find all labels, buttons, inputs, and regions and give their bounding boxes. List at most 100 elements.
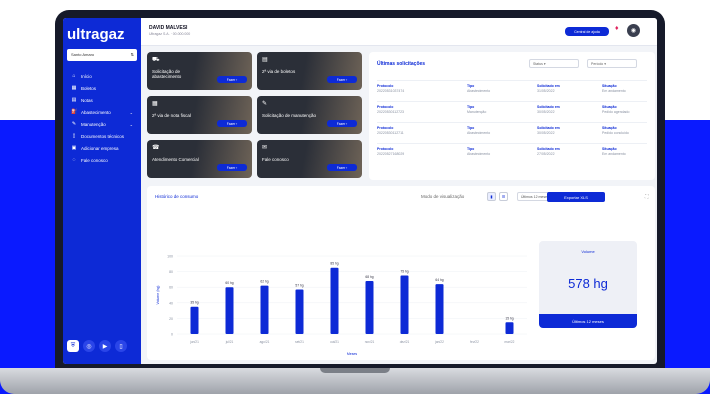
- x-tick-label: jan/22: [434, 340, 444, 344]
- tool-icon: ✎: [262, 101, 268, 107]
- y-tick-label: 20: [169, 317, 173, 321]
- quick-action-button[interactable]: Fazer ›: [327, 164, 357, 171]
- y-axis-label: Volume (hg): [156, 286, 160, 305]
- building-icon: ▣: [71, 145, 77, 151]
- mobile-icon[interactable]: ▯: [115, 340, 127, 352]
- quick-action-button[interactable]: Fazer ›: [217, 164, 247, 171]
- y-tick-label: 40: [169, 301, 173, 305]
- cell-value: Manutenção: [467, 110, 487, 114]
- sidebar-item-7[interactable]: ◌ Fale conosco: [67, 154, 139, 166]
- cell-value: Abastecimento: [467, 152, 491, 156]
- quick-action-label: Solicitação de abastecimento: [152, 69, 182, 79]
- chart-bar: [260, 285, 269, 334]
- cell-value: Pedido concluído: [602, 131, 629, 135]
- quick-action-button[interactable]: Fazer ›: [327, 120, 357, 127]
- sidebar-item-label: Boletos: [81, 85, 97, 91]
- user-avatar[interactable]: ◉: [627, 24, 640, 37]
- bar-data-label: 75 hg: [400, 270, 408, 274]
- x-tick-label: dez/21: [400, 340, 410, 344]
- table-cell: Solicitado em 30/05/2022: [537, 126, 560, 136]
- help-center-button[interactable]: Central de ajuda: [565, 27, 609, 36]
- quick-action-button[interactable]: Fazer ›: [217, 76, 247, 83]
- sidebar-footer: ⛨ ◎ ▶ ▯: [67, 340, 127, 352]
- quick-action-button[interactable]: Fazer ›: [327, 76, 357, 83]
- shield-icon[interactable]: ⛨: [67, 340, 79, 352]
- quick-action-card-1[interactable]: ▤ 2ª via de boletos Fazer ›: [257, 52, 362, 90]
- period-filter[interactable]: Período ▾: [587, 59, 637, 68]
- chart-bar: [435, 284, 444, 334]
- chart-bar: [330, 267, 339, 334]
- volume-value: 578 hg: [568, 276, 608, 291]
- sidebar-item-0[interactable]: ⌂ Início: [67, 70, 139, 82]
- volume-label: Volume: [581, 249, 595, 254]
- quick-action-card-0[interactable]: ⛟ Solicitação de abastecimento Fazer ›: [147, 52, 252, 90]
- user-subtitle: Ultragaz S.A. · 00.000.000: [149, 32, 191, 36]
- volume-period-button[interactable]: Últimos 12 meses: [539, 314, 637, 328]
- export-xls-button[interactable]: Exportar XLS: [547, 192, 605, 202]
- quick-action-label: 2ª via de nota fiscal: [152, 113, 191, 118]
- table-cell: Solicitado em 30/05/2022: [537, 105, 560, 115]
- table-cell: Situação Em andamento: [602, 84, 626, 94]
- home-icon: ⌂: [72, 73, 76, 79]
- cell-value: 30/05/2022: [537, 131, 555, 135]
- table-cell: Protocolo 20220530112723: [377, 105, 404, 115]
- receipt-icon: ▦: [152, 101, 158, 107]
- consumption-history-panel: Histórico de consumo Modo de visualizaçã…: [147, 186, 655, 360]
- message-icon: ✉: [262, 145, 268, 151]
- table-cell: Protocolo 20220527168029: [377, 147, 404, 157]
- notification-bell-icon[interactable]: ♦: [615, 25, 619, 32]
- file-icon: ▯: [72, 133, 76, 139]
- cell-value: 20220527168029: [377, 152, 405, 156]
- table-cell: Tipo Abastecimento: [467, 84, 490, 94]
- quick-actions: ⛟ Solicitação de abastecimento Fazer › ▤ 2ª …: [147, 52, 363, 180]
- expand-icon[interactable]: ⛶: [645, 194, 649, 200]
- table-row[interactable]: Protocolo 20220530112711 Tipo Abastecimento…: [377, 122, 647, 142]
- sidebar-item-4[interactable]: ✎ Manutenção ⌄: [67, 118, 139, 130]
- location-selector[interactable]: Santo Amaro ⇅: [67, 49, 137, 61]
- play-store-icon[interactable]: ▶: [99, 340, 111, 352]
- sidebar-item-label: Adicionar empresa: [81, 145, 119, 151]
- cell-value: Abastecimento: [467, 89, 491, 93]
- sidebar-item-3[interactable]: ⛽ Abastecimento ⌄: [67, 106, 139, 118]
- sidebar-item-5[interactable]: ▯ Documentos técnicos: [67, 130, 139, 142]
- bar-data-label: 60 hg: [225, 281, 233, 285]
- app-store-icon[interactable]: ◎: [83, 340, 95, 352]
- quick-action-card-3[interactable]: ✎ Solicitação de manutenção Fazer ›: [257, 96, 362, 134]
- cell-value: Abastecimento: [467, 131, 491, 135]
- sidebar-item-label: Abastecimento: [81, 109, 111, 115]
- bar-data-label: 62 hg: [260, 280, 268, 284]
- sidebar-item-2[interactable]: ▤ Notas: [67, 94, 139, 106]
- sidebar-item-label: Fale conosco: [81, 157, 108, 163]
- app-screen: ultragaz Santo Amaro ⇅ ⌂ Início ▦ Boletos ▤ N…: [63, 18, 657, 364]
- chat-icon: ◌: [72, 157, 76, 163]
- bar-data-label: 57 hg: [295, 284, 303, 288]
- status-filter[interactable]: Status ▾: [529, 59, 579, 68]
- quick-action-card-5[interactable]: ✉ Fale conosco Fazer ›: [257, 140, 362, 178]
- table-cell: Tipo Manutenção: [467, 105, 486, 115]
- invoice-icon: ▤: [262, 57, 268, 63]
- cell-value: Pedido agendado: [602, 110, 630, 114]
- sidebar-item-1[interactable]: ▦ Boletos: [67, 82, 139, 94]
- table-cell: Solicitado em 31/05/2022: [537, 84, 560, 94]
- table-row[interactable]: Protocolo 20220530112723 Tipo Manutenção Sol…: [377, 101, 647, 121]
- quick-action-label: Fale conosco: [262, 157, 289, 162]
- x-tick-label: fev/22: [470, 340, 479, 344]
- bar-data-label: 35 hg: [190, 301, 198, 305]
- chart-bar: [295, 289, 304, 334]
- quick-action-card-4[interactable]: ☎ Atendimento Comercial Fazer ›: [147, 140, 252, 178]
- cell-value: Em andamento: [602, 152, 626, 156]
- wrench-icon: ✎: [71, 121, 77, 127]
- recent-requests-panel: Últimas solicitações Status ▾ Período ▾ …: [369, 52, 655, 180]
- table-cell: Situação Pedido agendado: [602, 105, 629, 115]
- table-cell: Situação Em andamento: [602, 147, 626, 157]
- table-cell: Solicitado em 27/05/2022: [537, 147, 560, 157]
- quick-action-label: 2ª via de boletos: [262, 69, 296, 74]
- sidebar-item-6[interactable]: ▣ Adicionar empresa: [67, 142, 139, 154]
- user-name: DAVID MALVESI: [149, 25, 188, 31]
- quick-action-card-2[interactable]: ▦ 2ª via de nota fiscal Fazer ›: [147, 96, 252, 134]
- cell-value: 20220530112711: [377, 131, 404, 135]
- table-row[interactable]: Protocolo 20220531037474 Tipo Abastecimento…: [377, 80, 647, 100]
- table-row[interactable]: Protocolo 20220527168029 Tipo Abastecimento…: [377, 143, 647, 163]
- x-tick-label: out/21: [330, 340, 339, 344]
- quick-action-button[interactable]: Fazer ›: [217, 120, 247, 127]
